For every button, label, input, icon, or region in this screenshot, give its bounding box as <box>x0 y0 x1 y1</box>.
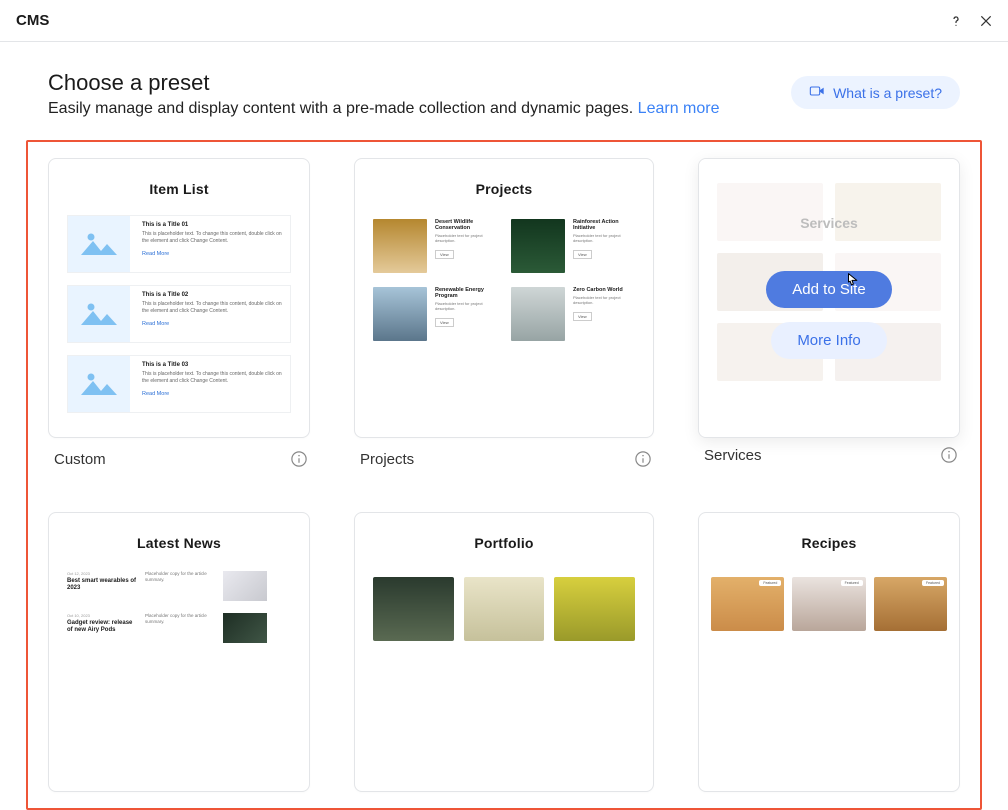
video-icon <box>809 84 825 101</box>
preset-card-item-list[interactable]: Item List This is a Title 01 This is pla… <box>48 158 310 438</box>
preset-card-portfolio[interactable]: Portfolio <box>354 512 654 792</box>
card-title: Projects <box>355 159 653 197</box>
preset-latest-news: Latest News Oct 12, 2023 Best smart wear… <box>48 512 310 792</box>
card-title: Services <box>800 215 858 231</box>
info-icon[interactable] <box>940 446 958 464</box>
preset-card-projects[interactable]: Projects Desert Wildlife ConservationPla… <box>354 158 654 438</box>
preset-projects: Projects Desert Wildlife ConservationPla… <box>354 158 654 468</box>
list-item: This is a Title 01 This is placeholder t… <box>67 215 291 273</box>
card-title: Item List <box>49 159 309 197</box>
preset-portfolio: Portfolio <box>354 512 654 792</box>
add-to-site-button[interactable]: Add to Site <box>766 271 891 308</box>
preset-services: Services Add to Site More Info Services <box>698 158 960 468</box>
preset-grid-highlight: Item List This is a Title 01 This is pla… <box>26 140 982 810</box>
preset-hover-overlay: Services Add to Site More Info <box>699 159 959 437</box>
app-title: CMS <box>16 12 49 29</box>
topbar: CMS <box>0 0 1008 42</box>
preset-caption: Custom <box>54 451 106 468</box>
info-icon[interactable] <box>290 450 308 468</box>
info-icon[interactable] <box>634 450 652 468</box>
preset-card-services[interactable]: Services Add to Site More Info <box>698 158 960 438</box>
list-item: This is a Title 03 This is placeholder t… <box>67 355 291 413</box>
preset-card-latest-news[interactable]: Latest News Oct 12, 2023 Best smart wear… <box>48 512 310 792</box>
card-title: Latest News <box>49 513 309 551</box>
list-item: This is a Title 02 This is placeholder t… <box>67 285 291 343</box>
help-icon[interactable] <box>948 13 964 29</box>
image-placeholder-icon <box>68 286 130 342</box>
more-info-button[interactable]: More Info <box>771 322 886 359</box>
card-title: Portfolio <box>355 513 653 551</box>
preset-caption: Projects <box>360 451 414 468</box>
image-placeholder-icon <box>68 356 130 412</box>
page-title: Choose a preset <box>48 70 720 96</box>
card-title: Recipes <box>699 513 959 551</box>
preset-custom: Item List This is a Title 01 This is pla… <box>48 158 310 468</box>
preset-caption: Services <box>704 447 762 464</box>
preset-recipes: Recipes Featured Featured Featured <box>698 512 960 792</box>
preset-card-recipes[interactable]: Recipes Featured Featured Featured <box>698 512 960 792</box>
close-icon[interactable] <box>978 13 994 29</box>
learn-more-link[interactable]: Learn more <box>638 100 720 117</box>
what-is-preset-button[interactable]: What is a preset? <box>791 76 960 109</box>
page-heading: Choose a preset Easily manage and displa… <box>48 70 720 118</box>
image-placeholder-icon <box>68 216 130 272</box>
page-subtitle: Easily manage and display content with a… <box>48 100 720 118</box>
